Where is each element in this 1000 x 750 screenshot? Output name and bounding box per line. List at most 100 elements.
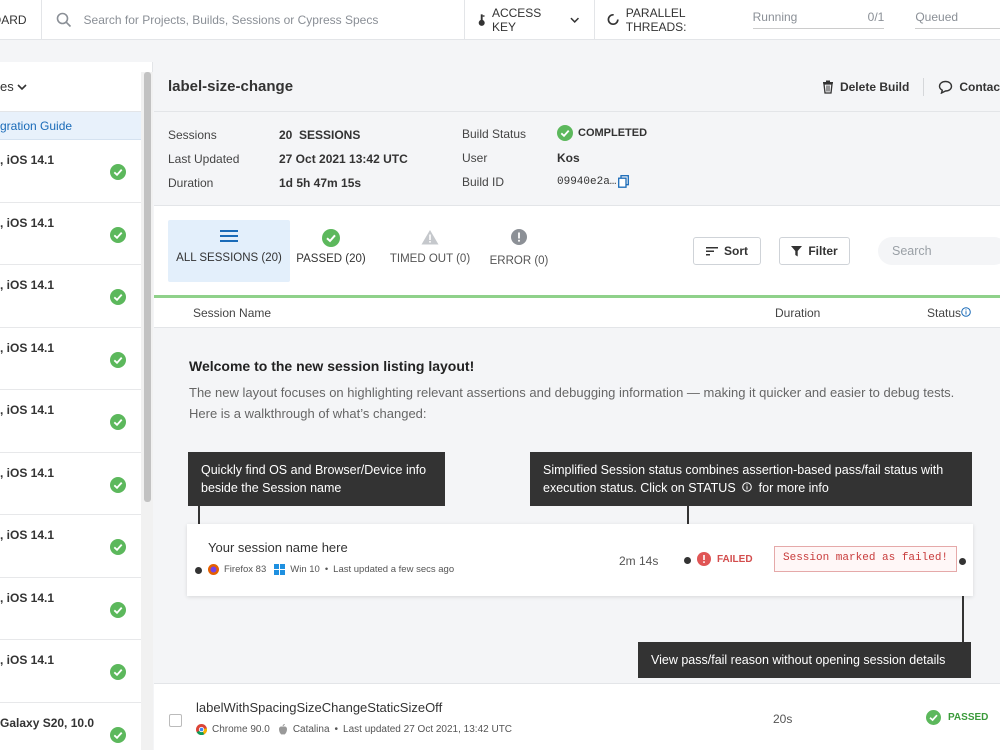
session-duration: 20s bbox=[773, 712, 793, 726]
session-tabs: ALL SESSIONS (20) PASSED (20) TIMED OUT … bbox=[154, 206, 1000, 298]
welcome-walkthrough: Welcome to the new session listing layou… bbox=[154, 328, 1000, 683]
queued-threads: Queued bbox=[915, 10, 1000, 29]
session-updated: Last updated 27 Oct 2021, 13:42 UTC bbox=[343, 724, 513, 735]
sidebar-header[interactable]: es bbox=[0, 62, 152, 112]
sidebar-session-item[interactable]: , iOS 14.1 bbox=[0, 140, 141, 203]
tab-passed-label: PASSED (20) bbox=[296, 253, 366, 265]
sidebar-session-label: Galaxy S20, 10.0 bbox=[0, 715, 95, 730]
sidebar-session-item[interactable]: , iOS 14.1 bbox=[0, 390, 141, 453]
session-os: Catalina bbox=[292, 724, 330, 735]
column-session-name: Session Name bbox=[193, 306, 272, 320]
sidebar-session-label: , iOS 14.1 bbox=[0, 340, 55, 355]
build-title: label-size-change bbox=[168, 78, 294, 95]
sample-session-meta: Firefox 83 Win 10 • Last updated a few s… bbox=[208, 564, 454, 575]
last-updated-value: 27 Oct 2021 13:42 UTC bbox=[279, 152, 408, 166]
column-status[interactable]: Status bbox=[927, 306, 961, 320]
session-name[interactable]: labelWithSpacingSizeChangeStaticSizeOff bbox=[196, 700, 442, 715]
list-icon bbox=[220, 230, 238, 242]
info-icon[interactable] bbox=[961, 307, 971, 317]
tab-timed-out-label: TIMED OUT (0) bbox=[389, 253, 471, 265]
sidebar-session-item[interactable]: , iOS 14.1 bbox=[0, 515, 141, 578]
trash-icon bbox=[822, 80, 833, 94]
sidebar-session-item[interactable]: Galaxy S20, 10.0 bbox=[0, 703, 141, 750]
sample-status: FAILED bbox=[697, 552, 753, 566]
completed-check-icon bbox=[557, 125, 573, 141]
sidebar-list: , iOS 14.1 , iOS 14.1 , iOS 14.1 , iOS 14.1… bbox=[0, 140, 152, 750]
sample-os: Win 10 bbox=[290, 564, 320, 575]
session-status-label: PASSED bbox=[948, 712, 989, 723]
tab-error-label: ERROR (0) bbox=[489, 255, 549, 267]
build-id-value: 09940e2a… bbox=[557, 176, 617, 188]
info-icon bbox=[742, 482, 752, 492]
tab-error[interactable]: ERROR (0) bbox=[490, 220, 548, 282]
filter-icon bbox=[791, 245, 803, 256]
warning-icon bbox=[421, 230, 439, 245]
sort-button[interactable]: Sort bbox=[693, 237, 761, 265]
chevron-down-icon bbox=[570, 17, 580, 23]
check-circle-icon bbox=[110, 414, 126, 430]
apple-icon bbox=[278, 724, 287, 735]
sessions-unit: SESSIONS bbox=[299, 128, 361, 142]
sessions-key: Sessions bbox=[168, 128, 217, 142]
chat-icon bbox=[939, 80, 953, 94]
global-search[interactable] bbox=[42, 0, 465, 40]
sidebar-session-item[interactable]: , iOS 14.1 bbox=[0, 265, 141, 328]
session-meta: Chrome 90.0 Catalina • Last updated 27 O… bbox=[196, 724, 512, 735]
os-pointer-dot bbox=[195, 567, 202, 574]
parallel-threads-label: PARALLEL THREADS: bbox=[625, 5, 687, 34]
tab-passed[interactable]: PASSED (20) bbox=[296, 220, 366, 282]
reason-pointer-dot bbox=[959, 558, 966, 565]
firefox-icon bbox=[208, 564, 219, 575]
integration-guide-label[interactable]: gration Guide bbox=[0, 119, 72, 133]
chevron-down-icon bbox=[17, 83, 27, 90]
sidebar-session-item[interactable]: , iOS 14.1 bbox=[0, 203, 141, 265]
last-updated-key: Last Updated bbox=[168, 152, 240, 166]
access-key-button[interactable]: ACCESS KEY bbox=[465, 0, 595, 40]
callout-os-info: Quickly find OS and Browser/Device info … bbox=[188, 452, 445, 506]
meta-separator: • bbox=[334, 724, 339, 735]
key-icon bbox=[478, 13, 485, 26]
delete-build-button[interactable]: Delete Build bbox=[840, 80, 909, 94]
check-circle-icon bbox=[110, 351, 126, 368]
check-circle-icon bbox=[110, 226, 126, 243]
row-checkbox[interactable] bbox=[169, 714, 182, 727]
welcome-description: The new layout focuses on highlighting r… bbox=[189, 382, 969, 424]
sidebar-session-item[interactable]: , iOS 14.1 bbox=[0, 578, 141, 640]
sidebar-session-item[interactable]: , iOS 14.1 bbox=[0, 640, 141, 703]
running-value: 0/1 bbox=[867, 10, 885, 24]
check-circle-icon bbox=[110, 476, 126, 493]
tab-all-sessions[interactable]: ALL SESSIONS (20) bbox=[168, 220, 290, 282]
check-circle-icon bbox=[926, 710, 941, 725]
sidebar-session-label: , iOS 14.1 bbox=[0, 403, 55, 417]
session-sidebar: es gration Guide , iOS 14.1, iOS 14.1, i… bbox=[0, 62, 153, 750]
sample-status-label: FAILED bbox=[717, 553, 753, 565]
sample-browser: Firefox 83 bbox=[224, 564, 267, 575]
running-label: Running bbox=[752, 10, 798, 24]
sidebar-session-item[interactable]: , iOS 14.1 bbox=[0, 328, 141, 390]
welcome-line-1: The new layout focuses on highlighting r… bbox=[189, 385, 955, 400]
table-row[interactable]: labelWithSpacingSizeChangeStaticSizeOff … bbox=[154, 683, 1000, 750]
dashboard-link[interactable]: OARD bbox=[0, 0, 42, 40]
user-key: User bbox=[462, 151, 488, 165]
global-search-input[interactable] bbox=[83, 12, 464, 27]
duration-value: 1d 5h 47m 15s bbox=[279, 176, 362, 190]
integration-guide-link[interactable]: gration Guide bbox=[0, 112, 152, 140]
contact-button[interactable]: Contac bbox=[959, 80, 1000, 94]
sidebar-session-label: , iOS 14.1 bbox=[0, 465, 55, 480]
copy-icon[interactable] bbox=[618, 175, 629, 188]
chrome-icon bbox=[196, 724, 207, 735]
tab-timed-out[interactable]: TIMED OUT (0) bbox=[390, 220, 470, 282]
session-search-input[interactable] bbox=[878, 237, 1000, 265]
sidebar-session-label: , iOS 14.1 bbox=[0, 215, 55, 230]
sidebar-session-item[interactable]: , iOS 14.1 bbox=[0, 453, 141, 515]
filter-button[interactable]: Filter bbox=[779, 237, 850, 265]
session-table-header: Session Name Duration Status bbox=[154, 298, 1000, 328]
sidebar-session-label: , iOS 14.1 bbox=[0, 278, 55, 292]
top-bar: OARD ACCESS KEY PARALLEL THREADS: Runnin… bbox=[0, 0, 1000, 40]
dashboard-label[interactable]: OARD bbox=[0, 13, 27, 27]
build-details: label-size-change Delete Build Contac Se… bbox=[154, 62, 1000, 750]
sidebar-scrollbar[interactable] bbox=[141, 72, 153, 750]
user-value: Kos bbox=[557, 151, 580, 165]
queued-label: Queued bbox=[915, 10, 959, 24]
sidebar-scroll-thumb[interactable] bbox=[144, 72, 151, 502]
